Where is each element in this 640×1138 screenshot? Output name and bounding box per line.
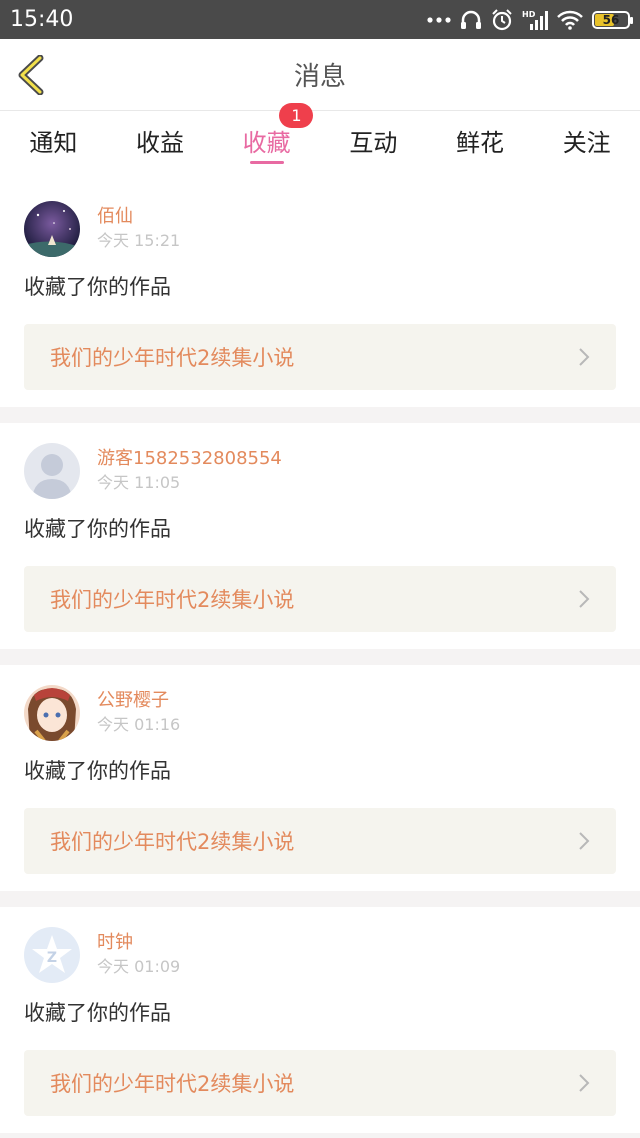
work-link[interactable]: 我们的少年时代2续集小说 [24,324,616,390]
battery-level: 56 [602,12,620,27]
header: 消息 [0,39,640,111]
avatar-default-icon [24,443,80,499]
alarm-icon [492,8,512,30]
tab-label: 关注 [562,129,611,157]
message-text: 收藏了你的作品 [24,1001,171,1025]
chevron-right-icon [579,1074,590,1092]
tab-label: 收益 [136,129,184,157]
avatar-night-icon [24,201,80,257]
tab-favorites[interactable]: 收藏 1 [213,103,320,164]
tab-interaction[interactable]: 互动 [320,111,427,158]
svg-text:Z: Z [47,950,57,966]
back-button[interactable] [14,55,48,95]
tab-notification[interactable]: 通知 [0,111,107,158]
tab-label: 互动 [349,129,398,157]
chevron-right-icon [579,348,590,366]
avatar[interactable]: Z [24,927,80,983]
more-dots-icon [427,16,451,23]
headphones-icon [461,10,481,29]
chevron-right-icon [579,590,590,608]
message-card: 游客1582532808554 今天 11:05 收藏了你的作品 我们的少年时代… [0,423,640,649]
message-card: 公野樱子 今天 01:16 收藏了你的作品 我们的少年时代2续集小说 [0,665,640,891]
page-title: 消息 [293,62,346,92]
user-name[interactable]: 游客1582532808554 [97,447,282,471]
active-tab-indicator [249,161,284,164]
work-title: 我们的少年时代2续集小说 [50,830,295,854]
chevron-left-icon [18,55,44,95]
message-list: 佰仙 今天 15:21 收藏了你的作品 我们的少年时代2续集小说 游客15825… [0,181,640,1133]
message-card: 佰仙 今天 15:21 收藏了你的作品 我们的少年时代2续集小说 [0,181,640,407]
message-text: 收藏了你的作品 [24,759,171,783]
battery-icon: 56 [592,10,633,29]
user-name[interactable]: 佰仙 [97,205,180,229]
wifi-icon [557,10,583,30]
work-link[interactable]: 我们的少年时代2续集小说 [24,808,616,874]
unread-badge: 1 [279,103,314,128]
user-name[interactable]: 公野樱子 [97,689,180,713]
tab-earnings[interactable]: 收益 [107,111,214,158]
avatar[interactable] [24,685,80,741]
tab-bar: 通知 收益 收藏 1 互动 鲜花 关注 [0,103,640,181]
network-label: HD [522,10,536,19]
avatar-anime-icon [24,685,80,741]
chevron-right-icon [579,832,590,850]
message-time: 今天 11:05 [97,473,181,492]
message-text: 收藏了你的作品 [24,517,171,541]
avatar-qzone-icon: Z [24,927,80,983]
work-title: 我们的少年时代2续集小说 [50,346,295,370]
tab-label: 鲜花 [456,129,505,157]
tab-label: 通知 [29,129,78,157]
message-time: 今天 01:16 [97,715,181,734]
avatar[interactable] [24,443,80,499]
tab-label: 收藏 [242,129,291,157]
clock: 15:40 [10,7,74,32]
tab-follow[interactable]: 关注 [533,111,640,158]
work-link[interactable]: 我们的少年时代2续集小说 [24,1050,616,1116]
work-title: 我们的少年时代2续集小说 [50,588,295,612]
avatar[interactable] [24,201,80,257]
message-card: Z 时钟 今天 01:09 收藏了你的作品 我们的少年时代2续集小说 [0,907,640,1133]
cellular-signal-icon: HD [522,10,548,30]
status-icons: HD 56 [427,8,633,31]
message-text: 收藏了你的作品 [24,275,171,299]
tab-flowers[interactable]: 鲜花 [427,111,534,158]
work-title: 我们的少年时代2续集小说 [50,1072,295,1096]
message-time: 今天 01:09 [97,957,181,976]
status-bar: 15:40 HD 56 [0,0,640,39]
user-name[interactable]: 时钟 [97,931,180,955]
work-link[interactable]: 我们的少年时代2续集小说 [24,566,616,632]
message-time: 今天 15:21 [97,231,181,250]
